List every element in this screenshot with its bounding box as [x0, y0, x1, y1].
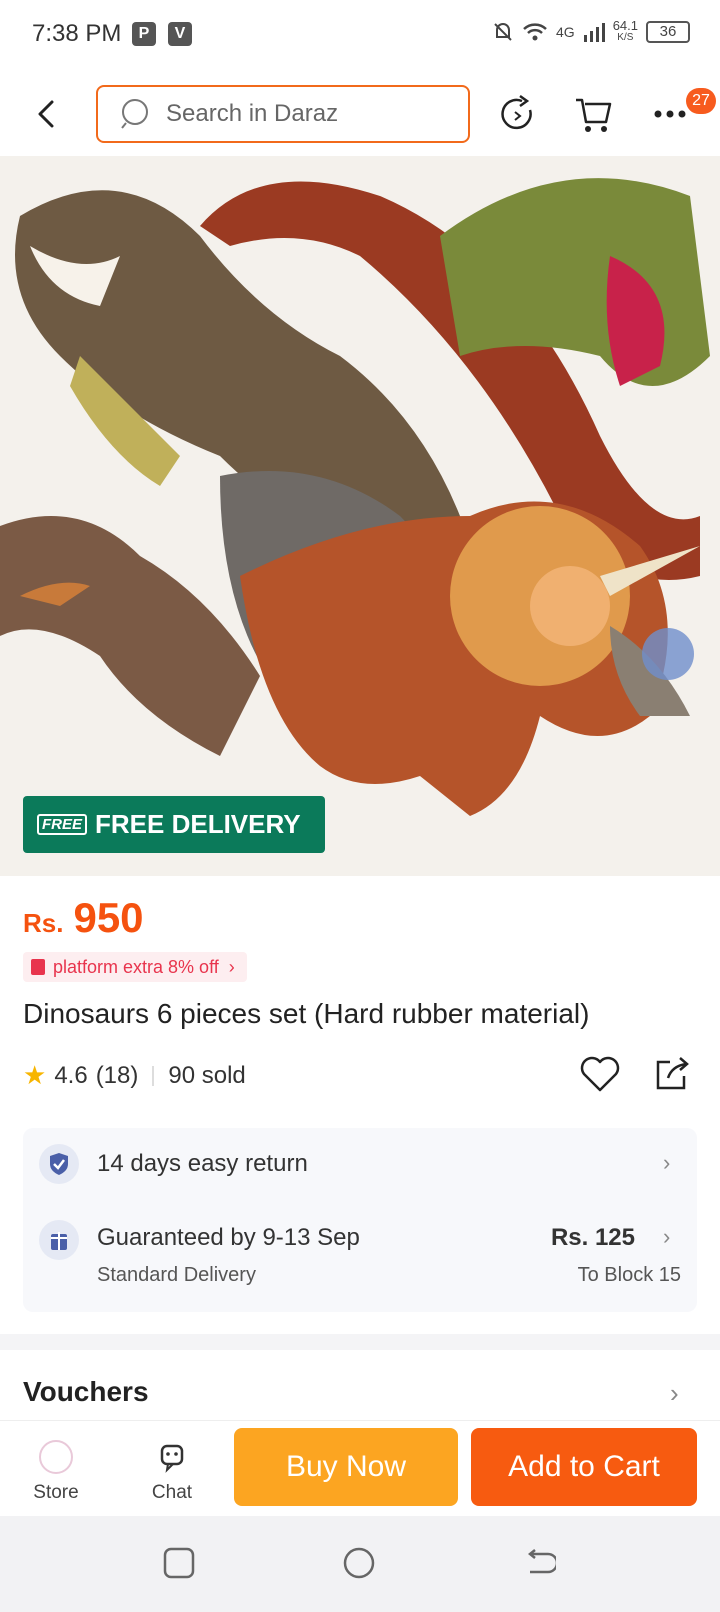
wifi-icon — [523, 23, 547, 41]
chevron-left-icon — [38, 100, 54, 128]
delivery-date: Guaranteed by 9-13 Sep — [97, 1224, 360, 1251]
chat-icon — [160, 1444, 184, 1473]
promo-text: platform extra 8% off — [53, 956, 219, 977]
refresh-icon — [501, 94, 532, 130]
review-count: (18) — [95, 1061, 139, 1089]
status-icons: 4G 64.1 K/S 36 — [492, 18, 690, 44]
wishlist-button[interactable] — [578, 1052, 622, 1096]
free-delivery-text: FREE DELIVERY — [95, 809, 301, 839]
section-divider — [0, 1334, 720, 1350]
delivery-row[interactable]: Guaranteed by 9-13 Sep Standard Delivery… — [23, 1208, 697, 1312]
delivery-type: Standard Delivery — [97, 1264, 256, 1286]
free-truck-icon: FREE — [37, 814, 88, 835]
signal-icon — [583, 23, 605, 42]
divider — [152, 1065, 155, 1086]
return-text: 14 days easy return — [97, 1150, 308, 1177]
status-bar: 7:38 PM P V 4G 64.1 K/S 36 — [0, 0, 720, 72]
rating-value: 4.6 — [54, 1061, 88, 1089]
shield-check-icon — [39, 1144, 79, 1184]
gift-box-icon — [39, 1220, 79, 1260]
rating-row[interactable]: ★ 4.6 (18) 90 sold — [23, 1060, 246, 1091]
notification-app-icon: P — [132, 22, 156, 46]
star-icon: ★ — [23, 1060, 47, 1090]
search-input[interactable]: Search in Daraz — [166, 100, 338, 128]
chevron-right-icon: › — [228, 956, 235, 977]
dinosaur-image — [0, 156, 720, 876]
chat-label: Chat — [151, 1482, 193, 1503]
heart-icon — [580, 1056, 620, 1092]
chevron-right-icon: › — [663, 1224, 671, 1249]
store-button[interactable]: Store — [16, 1440, 96, 1504]
delivery-location: To Block 15 — [577, 1264, 681, 1286]
platform-promo[interactable]: platform extra 8% off › — [23, 952, 247, 982]
battery-icon: 36 — [646, 21, 690, 43]
search-bar[interactable]: Search in Daraz — [96, 85, 470, 143]
network-type: 4G — [556, 24, 575, 40]
vouchers-title: Vouchers — [23, 1376, 149, 1407]
store-label: Store — [33, 1482, 79, 1503]
coupon-icon — [31, 959, 45, 975]
system-nav-bar — [0, 1516, 720, 1612]
store-logo-icon — [39, 1440, 73, 1474]
recent-apps-icon[interactable] — [162, 1546, 196, 1580]
cart-button[interactable] — [572, 92, 616, 136]
notification-app-icon-2: V — [168, 22, 192, 46]
refresh-button[interactable] — [496, 92, 540, 136]
service-card: 14 days easy return › Guaranteed by 9-13… — [23, 1128, 697, 1312]
buy-now-button[interactable]: Buy Now — [234, 1428, 458, 1506]
product-title: Dinosaurs 6 pieces set (Hard rubber mate… — [23, 998, 590, 1029]
share-icon — [656, 1057, 689, 1090]
add-to-cart-button[interactable]: Add to Cart — [471, 1428, 697, 1506]
product-image[interactable] — [0, 156, 720, 876]
search-icon — [121, 99, 148, 129]
return-row[interactable]: 14 days easy return › — [23, 1128, 697, 1200]
cart-icon — [576, 98, 612, 132]
price-value: 950 — [73, 894, 144, 941]
chevron-right-icon: › — [670, 1378, 679, 1408]
back-button[interactable] — [28, 94, 68, 134]
share-button[interactable] — [650, 1052, 694, 1096]
mute-bell-icon — [494, 23, 512, 41]
chat-button[interactable]: Chat — [132, 1440, 212, 1504]
free-delivery-badge: FREE FREE DELIVERY — [23, 796, 325, 853]
currency: Rs. — [23, 908, 64, 938]
cart-count-badge: 27 — [686, 88, 716, 114]
chevron-right-icon: › — [663, 1150, 671, 1175]
net-speed: 64.1 K/S — [612, 18, 638, 43]
product-price: Rs. 950 — [23, 894, 144, 942]
sold-count: 90 sold — [168, 1061, 246, 1089]
delivery-fee: Rs. 125 — [550, 1224, 635, 1251]
status-time: 7:38 PM — [32, 20, 122, 47]
home-icon[interactable] — [342, 1546, 376, 1580]
back-nav-icon[interactable] — [522, 1546, 556, 1580]
vouchers-row[interactable]: Vouchers › — [0, 1356, 720, 1418]
